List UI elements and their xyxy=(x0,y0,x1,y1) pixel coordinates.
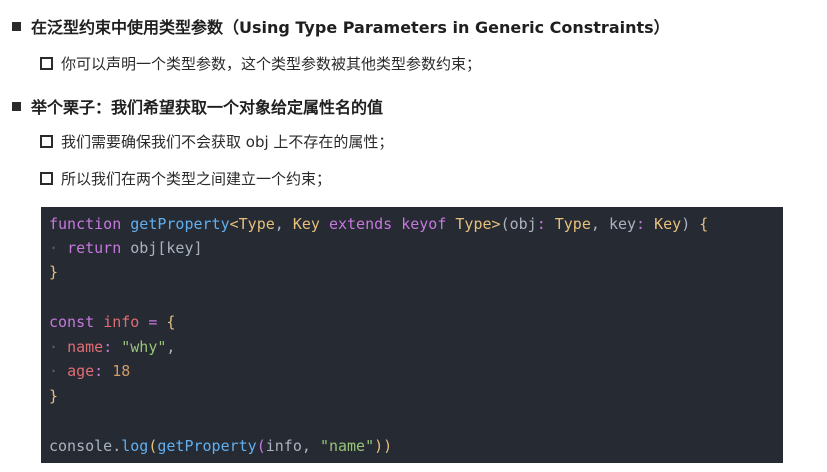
code-line-2: · return obj[key] xyxy=(49,239,203,257)
code-line-1: function getProperty<Type, Key extends k… xyxy=(49,215,708,233)
code-token: "name" xyxy=(319,437,375,455)
code-token: , xyxy=(590,215,600,233)
code-token: : xyxy=(636,215,646,233)
code-token: , xyxy=(166,338,176,356)
code-token: info xyxy=(103,313,140,331)
sub-bullet-ensure-property: 我们需要确保我们不会获取 obj 上不存在的属性； xyxy=(40,131,393,152)
code-token: > xyxy=(491,215,501,233)
code-token: } xyxy=(49,387,59,405)
code-token: ( xyxy=(500,215,510,233)
code-token: function xyxy=(49,215,122,233)
code-line-5: const info = { xyxy=(49,313,175,331)
code-line-8: } xyxy=(49,387,58,405)
code-token: key xyxy=(608,215,637,233)
code-token: ( xyxy=(256,437,266,455)
code-token: obj xyxy=(509,215,537,233)
code-token: Type xyxy=(554,215,591,233)
code-token: return xyxy=(67,239,122,257)
bullet-text: 所以我们在两个类型之间建立一个约束； xyxy=(61,170,332,188)
code-token: = xyxy=(148,313,158,331)
code-token: } xyxy=(49,263,59,281)
code-token: : xyxy=(536,215,546,233)
code-token: Key xyxy=(654,215,682,233)
sub-bullet-declare-type-param: 你可以声明一个类型参数，这个类型参数被其他类型参数约束； xyxy=(40,53,481,74)
code-line-10: console.log(getProperty(info, "name")) xyxy=(49,437,392,455)
code-token: const xyxy=(49,313,95,331)
bullet-heading-generic-constraints: 在泛型约束中使用类型参数（Using Type Parameters in Ge… xyxy=(12,14,670,38)
hollow-square-bullet-icon xyxy=(40,135,53,148)
code-token: obj[key] xyxy=(130,239,203,257)
square-bullet-icon xyxy=(12,21,21,31)
code-token: extends xyxy=(328,215,393,233)
code-token: , xyxy=(301,437,311,455)
code-token: "why" xyxy=(121,338,167,356)
code-token: : xyxy=(103,338,113,356)
code-line-3: } xyxy=(49,263,58,281)
hollow-square-bullet-icon xyxy=(40,57,53,70)
code-token: )) xyxy=(374,437,393,455)
bullet-text: 我们需要确保我们不会获取 obj 上不存在的属性； xyxy=(61,133,394,151)
code-token: Type xyxy=(238,215,275,233)
code-token: , xyxy=(274,215,284,233)
code-token: < xyxy=(229,215,239,233)
bullet-heading-example: 举个栗子：我们希望获取一个对象给定属性名的值 xyxy=(12,94,383,118)
bullet-text: 在泛型约束中使用类型参数（Using Type Parameters in Ge… xyxy=(31,18,670,37)
code-token: getProperty xyxy=(157,437,257,455)
code-block: function getProperty<Type, Key extends k… xyxy=(41,207,783,463)
code-token: getProperty xyxy=(130,215,230,233)
code-token: console xyxy=(49,437,113,455)
code-token: info xyxy=(265,437,302,455)
code-token: ) xyxy=(681,215,691,233)
code-token: { xyxy=(699,215,709,233)
code-token: keyof xyxy=(401,215,447,233)
code-token: log xyxy=(121,437,149,455)
code-token: 18 xyxy=(112,362,131,380)
bullet-text: 你可以声明一个类型参数，这个类型参数被其他类型参数约束； xyxy=(61,55,482,73)
code-token: { xyxy=(166,313,176,331)
bullet-text: 举个栗子：我们希望获取一个对象给定属性名的值 xyxy=(31,98,384,117)
sub-bullet-build-constraint: 所以我们在两个类型之间建立一个约束； xyxy=(40,168,331,189)
code-token: name xyxy=(67,338,104,356)
hollow-square-bullet-icon xyxy=(40,172,53,185)
code-token: age xyxy=(67,362,95,380)
square-bullet-icon xyxy=(12,101,21,111)
code-line-6: · name: "why", xyxy=(49,338,176,356)
code-token: Type xyxy=(455,215,492,233)
code-token: : xyxy=(94,362,104,380)
code-token: Key xyxy=(292,215,320,233)
code-token: . xyxy=(112,437,122,455)
code-line-7: · age: 18 xyxy=(49,362,131,380)
